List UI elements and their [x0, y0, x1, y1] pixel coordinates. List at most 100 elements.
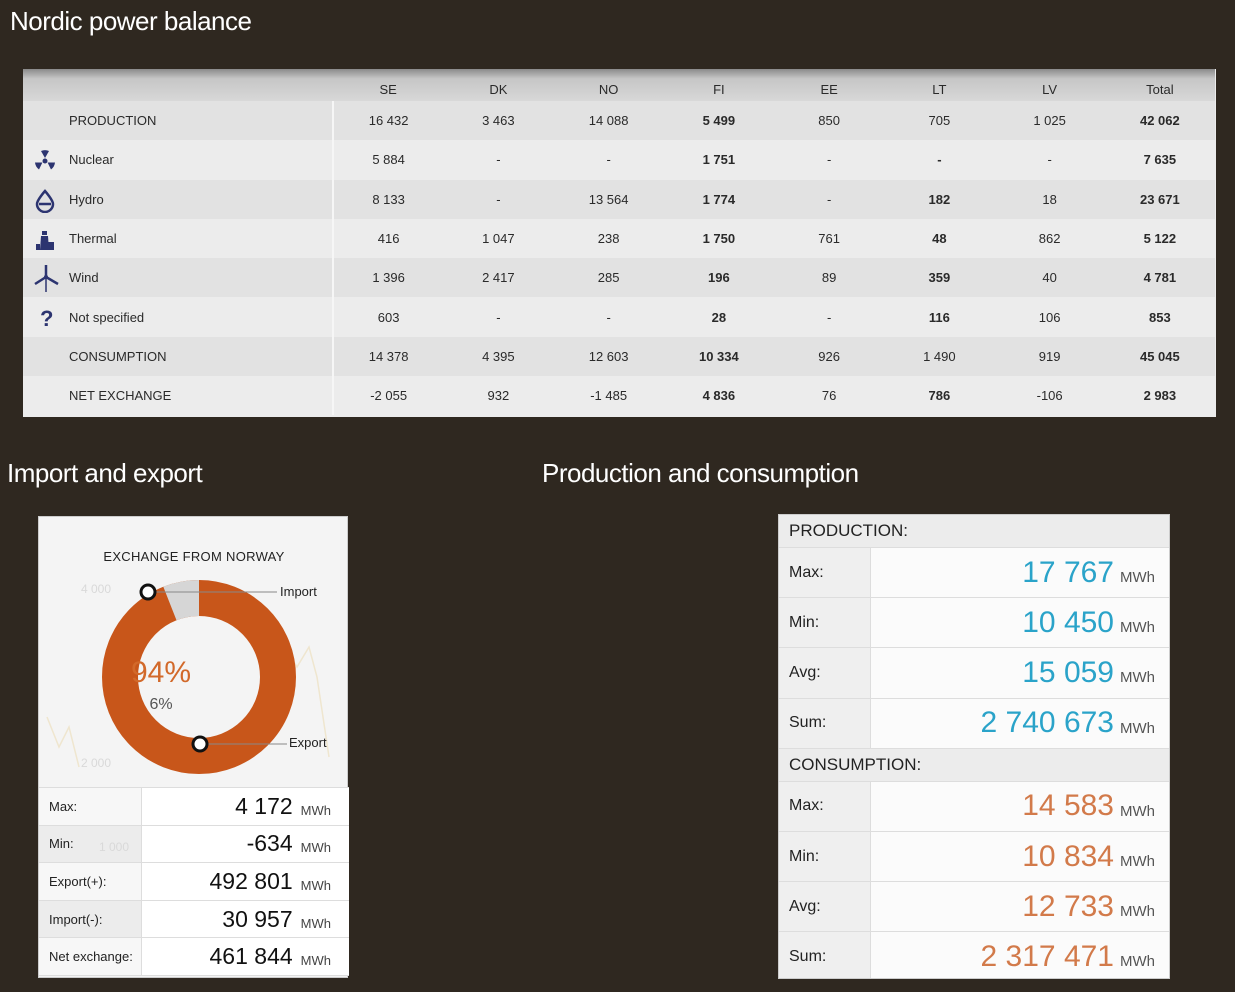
row-label: NET EXCHANGE — [69, 388, 172, 404]
stat-value-cell: 17 767 MWh — [871, 548, 1169, 598]
table-cell: 89 — [821, 270, 837, 286]
table-cell: 4 395 — [482, 348, 515, 364]
stat-key: Max: — [779, 781, 871, 831]
table-cell: 359 — [928, 270, 951, 286]
table-cell: 5 884 — [372, 152, 405, 168]
row-label: Not specified — [69, 309, 145, 325]
stat-value-cell: 461 844 MWh — [142, 938, 349, 975]
table-cell: 850 — [818, 113, 840, 129]
table-cell: 862 — [1038, 231, 1061, 247]
stat-value: 17 767 — [1022, 555, 1114, 589]
stat-key: Sum: — [779, 932, 871, 978]
table-cell: 2 983 — [1143, 388, 1177, 404]
row-label-cell: Thermal — [23, 218, 334, 259]
table-cell: -1 485 — [590, 388, 628, 404]
table-row: Nuclear 5 884 - - 1 751 - - - 7 635 — [23, 140, 1215, 180]
table-cell: - — [826, 191, 832, 207]
cons-stat-row: Sum: 2 317 471 MWh — [779, 932, 1169, 978]
stat-value-cell: 10 834 MWh — [871, 831, 1169, 882]
stat-value-cell: 10 450 MWh — [871, 598, 1169, 648]
row-label-cell: NET EXCHANGE — [23, 376, 334, 416]
bg-tick-1000: 1 000 — [99, 840, 130, 854]
row-label: CONSUMPTION — [69, 348, 167, 364]
table-cell: 919 — [1038, 348, 1061, 364]
stat-value-cell: 4 172 MWh — [142, 788, 349, 825]
table-cell: - — [937, 152, 942, 168]
stat-unit: MWh — [1120, 719, 1155, 737]
stat-unit: MWh — [1120, 953, 1155, 971]
table-cell: 1 025 — [1033, 113, 1066, 129]
bg-tick-4000: 4 000 — [81, 582, 111, 596]
stat-value: 15 059 — [1022, 655, 1114, 689]
table-cell: 14 378 — [368, 348, 409, 364]
table-cell: 76 — [821, 388, 837, 404]
stat-value-cell: 492 801 MWh — [142, 863, 349, 900]
table-cell: 4 836 — [702, 388, 736, 404]
table-cell: 2 417 — [482, 270, 515, 286]
prod-stat-row: Avg: 15 059 MWh — [779, 648, 1169, 699]
exchange-chart-title: EXCHANGE FROM NORWAY — [103, 549, 285, 564]
table-cell: 786 — [928, 388, 951, 404]
table-cell: 926 — [818, 348, 840, 364]
table-row: Hydro 8 133 - 13 564 1 774 - 182 18 23 671 — [23, 179, 1215, 219]
stat-value: 2 740 673 — [980, 706, 1114, 740]
table-cell: - — [826, 309, 832, 325]
header-col-ee: EE — [820, 81, 838, 97]
stat-value-cell: 2 740 673 MWh — [871, 698, 1169, 748]
stat-unit: MWh — [300, 953, 331, 969]
table-cell: - — [606, 309, 611, 325]
table-cell: - — [496, 309, 501, 325]
table-cell: 5 499 — [702, 113, 736, 129]
stat-value: 4 172 — [235, 792, 293, 819]
hydro-drop-icon — [33, 188, 57, 213]
table-cell: 116 — [928, 309, 950, 325]
table-cell: 416 — [377, 231, 400, 247]
stat-unit: MWh — [1120, 669, 1155, 687]
exchange-stat-row: Min: -634 MWh — [39, 825, 349, 864]
stat-key: Max: — [39, 788, 142, 825]
row-label-cell: Wind — [23, 258, 334, 298]
stat-value: 492 801 — [209, 867, 293, 894]
exchange-stat-row: Max: 4 172 MWh — [39, 788, 349, 826]
question-icon: ? — [33, 306, 57, 331]
table-cell: 4 781 — [1143, 270, 1177, 286]
header-label-col — [23, 69, 333, 101]
stat-key: Net exchange: — [39, 938, 142, 975]
exchange-stat-row: Export(+): 492 801 MWh — [39, 863, 349, 901]
table-cell: 1 396 — [372, 270, 405, 286]
production-section-header: PRODUCTION: — [779, 515, 1169, 548]
table-row: NET EXCHANGE -2 055 932 -1 485 4 836 76 786 -10… — [23, 376, 1215, 416]
table-cell: 40 — [1042, 270, 1057, 286]
row-label-cell: CONSUMPTION — [23, 336, 334, 377]
import-marker — [139, 583, 157, 601]
table-cell: 1 047 — [482, 231, 515, 247]
table-cell: - — [606, 152, 611, 168]
stat-unit: MWh — [300, 840, 331, 856]
bg-tick-2000: 2 000 — [81, 756, 111, 770]
table-cell: 761 — [818, 231, 840, 247]
cons-stat-row: Avg: 12 733 MWh — [779, 882, 1169, 933]
table-row: Thermal 416 1 047 238 1 750 761 48 862 5 122 — [23, 218, 1215, 259]
row-label-cell: Nuclear — [23, 140, 334, 180]
table-cell: 932 — [487, 388, 510, 404]
stat-value: 12 733 — [1022, 889, 1114, 923]
table-cell: 106 — [1038, 309, 1061, 325]
table-cell: 12 603 — [588, 348, 629, 364]
table-cell: 3 463 — [482, 113, 515, 129]
stat-value-cell: 14 583 MWh — [871, 781, 1169, 831]
row-label: PRODUCTION — [69, 113, 157, 129]
page-title: Nordic power balance — [10, 6, 252, 36]
nuclear-icon — [33, 149, 57, 173]
table-cell: 18 — [1042, 191, 1057, 207]
cons-stat-row: Min: 10 834 MWh — [779, 831, 1169, 883]
export-label: Export — [289, 735, 327, 750]
prod-stat-row: Max: 17 767 MWh — [779, 548, 1169, 599]
stat-value: 10 834 — [1022, 839, 1114, 873]
row-label: Nuclear — [69, 152, 114, 168]
production-consumption-panel: PRODUCTION: Max: 17 767 MWh Min: 10 450 MWh Av… — [778, 514, 1170, 979]
table-cell: 603 — [377, 309, 400, 325]
table-cell: 48 — [932, 231, 947, 247]
stat-value-cell: -634 MWh — [142, 825, 349, 863]
table-cell: 42 062 — [1139, 113, 1180, 129]
table-cell: 5 122 — [1143, 231, 1177, 247]
